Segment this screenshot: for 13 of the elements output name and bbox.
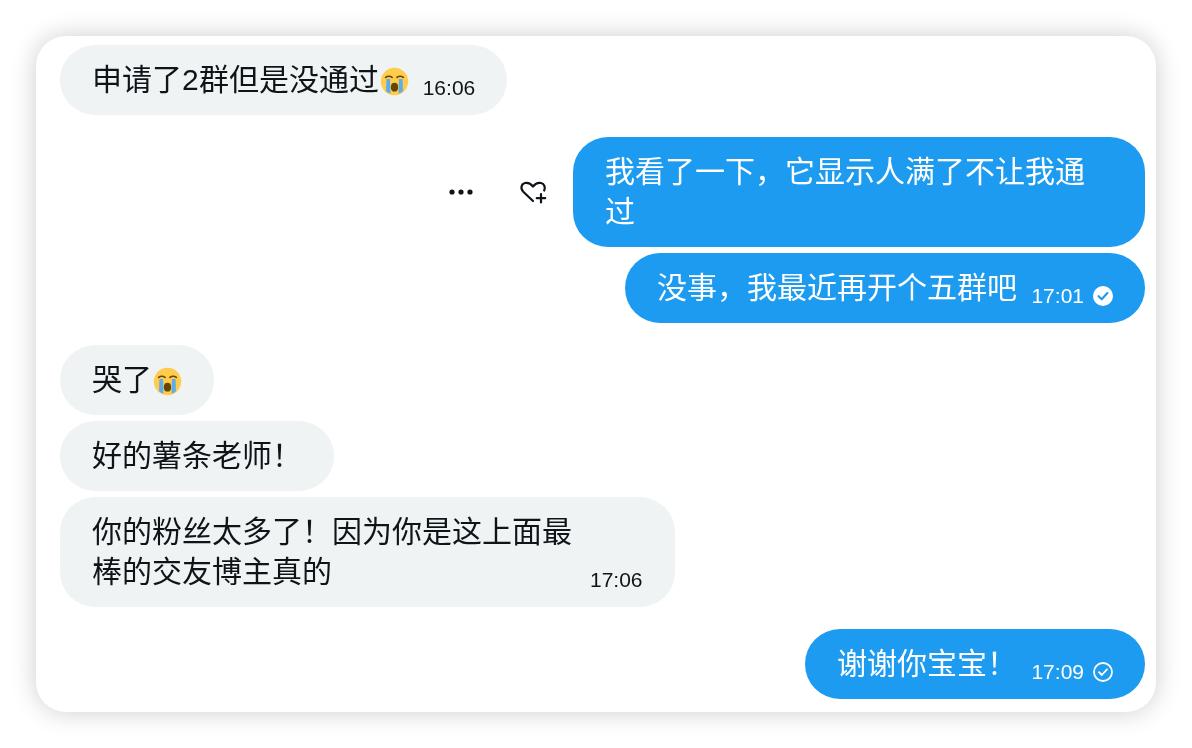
heart-plus-icon[interactable] xyxy=(519,180,547,204)
message-time: 16:06 xyxy=(422,76,476,100)
message-text: 你的粉丝太多了！因为你是这上面最棒的交友博主真的 xyxy=(92,514,573,590)
message-text: 我看了一下，它显示人满了不让我通过 xyxy=(605,154,1086,230)
message-text: 没事，我最近再开个五群吧 xyxy=(657,270,1018,306)
message-time: 17:09 xyxy=(1031,660,1084,684)
more-icon[interactable] xyxy=(449,189,473,195)
message-text: 哭了 xyxy=(92,362,152,398)
message-time: 17:01 xyxy=(1031,284,1084,308)
message-text: 好的薯条老师！ xyxy=(92,438,302,474)
message-text: 申请了2群但是没通过 xyxy=(92,62,379,98)
message-time: 17:06 xyxy=(590,568,643,592)
message-text: 谢谢你宝宝！ xyxy=(837,646,1018,682)
